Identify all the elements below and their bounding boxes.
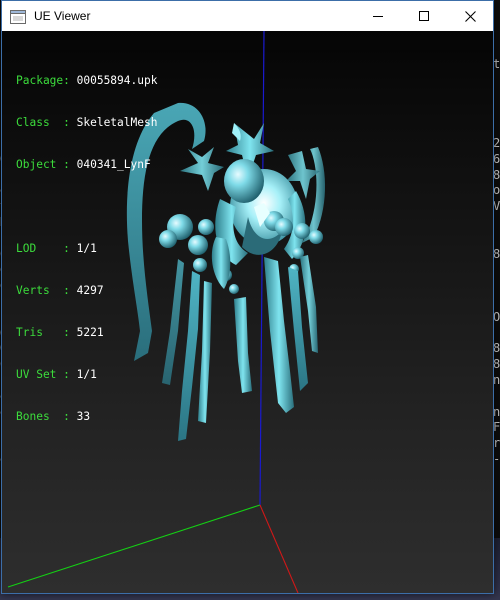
console-line-right — [493, 231, 500, 247]
close-button[interactable] — [447, 1, 493, 31]
console-line-right: 8 — [493, 167, 500, 182]
console-line-right — [493, 104, 500, 120]
console-line-right: F — [493, 420, 500, 435]
minimize-button[interactable] — [355, 1, 401, 31]
console-line-right — [493, 389, 500, 405]
mesh-info-panel: Package: 00055894.upk Class : SkeletalMe… — [16, 46, 157, 452]
info-row-package: Package: 00055894.upk — [16, 74, 158, 87]
console-line-right — [493, 89, 500, 105]
info-row-bones: Bones : 33 — [16, 410, 91, 423]
window-title: UE Viewer — [34, 9, 91, 23]
console-line-right: 8 — [493, 246, 500, 261]
console-line-right: n — [493, 372, 500, 387]
axis-x-line — [259, 504, 299, 593]
3d-viewport[interactable]: Package: 00055894.upk Class : SkeletalMe… — [2, 31, 493, 593]
minimize-icon — [373, 16, 383, 17]
info-row-object: Object : 040341_LynF — [16, 158, 151, 171]
maximize-icon — [419, 11, 429, 21]
console-line-right: O — [493, 309, 500, 324]
console-line-right: t — [493, 57, 500, 71]
console-line-right: - — [493, 451, 500, 466]
title-bar[interactable]: UE Viewer — [2, 1, 493, 31]
console-line-right — [493, 262, 500, 278]
info-row-verts: Verts : 4297 — [16, 284, 104, 297]
maximize-button[interactable] — [401, 1, 447, 31]
axis-z-line — [259, 31, 265, 506]
console-line-right: n — [493, 404, 500, 419]
console-line-right: 2 — [493, 135, 500, 150]
ue-viewer-window: UE Viewer Package: 00055894.upk Class: … — [1, 0, 494, 594]
console-line-right: r — [493, 436, 500, 451]
console-line-right — [493, 278, 500, 294]
info-row-class: Class : SkeletalMesh — [16, 116, 158, 129]
console-line-right — [493, 120, 500, 136]
mesh-strand — [178, 271, 200, 441]
console-line-right — [493, 326, 500, 342]
app-window-icon — [10, 9, 26, 24]
console-line-right: o — [493, 183, 500, 198]
axis-y-line — [7, 504, 261, 588]
close-icon — [464, 10, 476, 22]
console-line-right — [493, 215, 500, 231]
info-row-uv-set: UV Set : 1/1 — [16, 368, 97, 381]
console-line-right: 6 — [493, 151, 500, 166]
console-line-right: 8 — [493, 357, 500, 372]
info-row-tris: Tris : 5221 — [16, 326, 104, 339]
console-line-right: V — [493, 199, 500, 214]
info-row-lod: LOD : 1/1 — [16, 242, 97, 255]
console-line-right — [493, 294, 500, 310]
console-line-right: 8 — [493, 341, 500, 356]
console-line-right — [493, 73, 500, 89]
